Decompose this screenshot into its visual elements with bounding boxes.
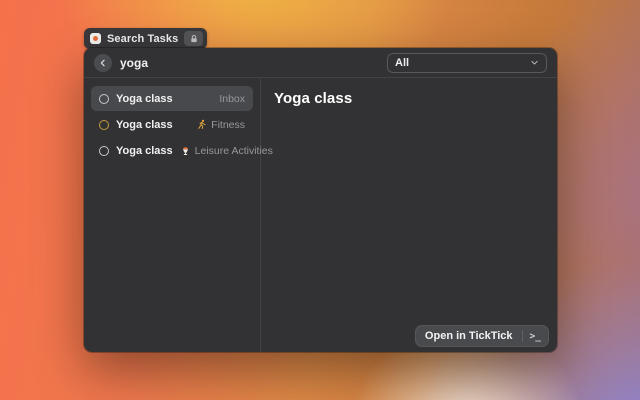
chevron-down-icon xyxy=(530,58,539,67)
task-category: Fitness xyxy=(196,119,245,131)
task-checkbox-circle-icon[interactable] xyxy=(99,146,109,156)
task-category-label: Fitness xyxy=(211,119,245,131)
search-tasks-extension-icon xyxy=(90,33,101,44)
badge-label: Search Tasks xyxy=(107,33,178,45)
desktop-background: Search Tasks All xyxy=(0,0,640,400)
detail-panel: Yoga class Open in TickTick >_ xyxy=(261,78,557,352)
search-input[interactable] xyxy=(120,56,379,70)
search-tasks-window: All Yoga class Inbox Yoga class xyxy=(84,48,557,352)
task-title: Yoga class xyxy=(116,119,173,131)
back-button[interactable] xyxy=(94,54,112,72)
runner-icon xyxy=(196,119,207,130)
detail-title: Yoga class xyxy=(274,90,544,107)
window-title-badge[interactable]: Search Tasks xyxy=(84,28,207,49)
open-in-ticktick-button[interactable]: Open in TickTick >_ xyxy=(415,325,549,347)
task-result-row[interactable]: Yoga class Inbox xyxy=(91,86,253,111)
lock-icon-glyph xyxy=(189,34,199,44)
filter-dropdown[interactable]: All xyxy=(387,53,547,73)
task-checkbox-circle-icon[interactable] xyxy=(99,120,109,130)
task-checkbox-circle-icon[interactable] xyxy=(99,94,109,104)
dessert-icon xyxy=(180,145,191,156)
window-body: Yoga class Inbox Yoga class xyxy=(84,78,557,352)
filter-dropdown-value: All xyxy=(395,57,409,69)
search-bar: All xyxy=(84,48,557,78)
enter-shortcut-key: >_ xyxy=(523,331,548,342)
task-category: Leisure Activities xyxy=(180,145,273,157)
task-category-label: Inbox xyxy=(219,93,245,105)
open-in-ticktick-label: Open in TickTick xyxy=(416,330,522,342)
task-title: Yoga class xyxy=(116,93,173,105)
results-list: Yoga class Inbox Yoga class xyxy=(84,78,261,352)
chevron-left-icon xyxy=(98,58,108,68)
extension-icon-dot xyxy=(93,36,98,41)
task-result-row[interactable]: Yoga class Fitness xyxy=(91,112,253,137)
lock-icon xyxy=(184,31,203,46)
task-result-row[interactable]: Yoga class Leisure Activities xyxy=(91,138,253,163)
task-title: Yoga class xyxy=(116,145,173,157)
task-category: Inbox xyxy=(219,93,245,105)
